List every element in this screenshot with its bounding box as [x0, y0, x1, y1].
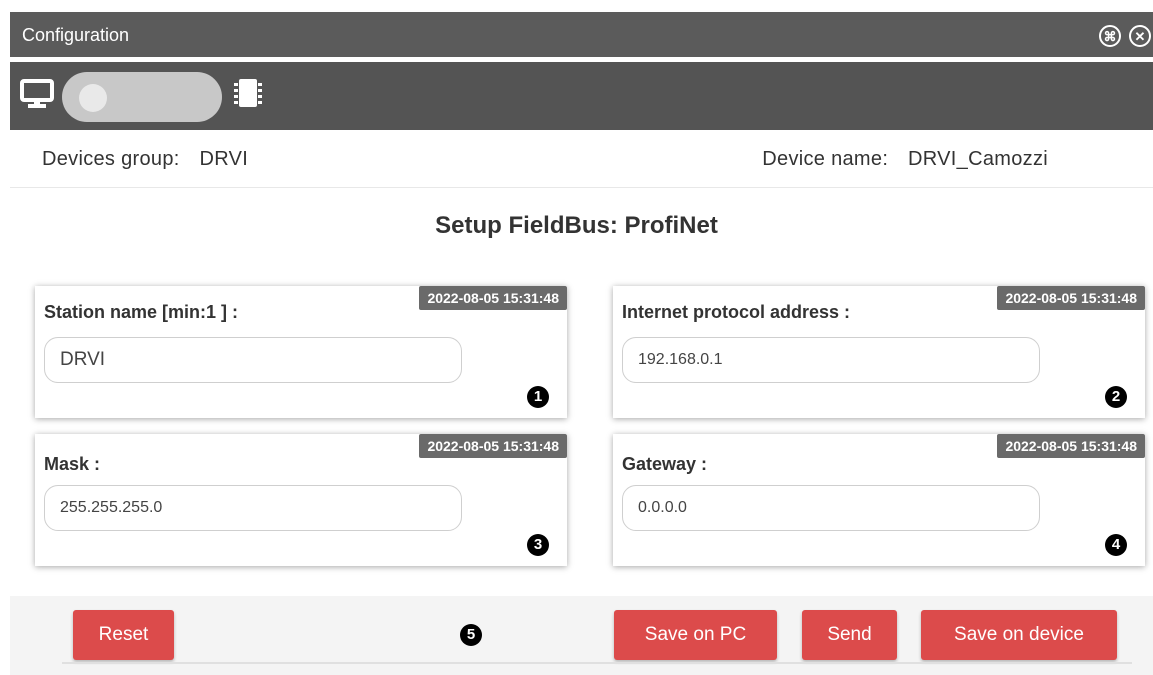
- device-info-row: Devices group: DRVI Device name: DRVI_Ca…: [10, 130, 1153, 188]
- chip-icon: [234, 79, 262, 107]
- mask-input[interactable]: 255.255.255.0: [44, 485, 462, 531]
- action-footer: Reset 5 Save on PC Send Save on device: [10, 596, 1153, 675]
- gateway-label: Gateway :: [622, 454, 708, 474]
- number-badge: 5: [460, 624, 482, 646]
- station-name-card: Station name [min:1 ] : 2022-08-05 15:31…: [35, 286, 567, 418]
- mask-card: Mask : 2022-08-05 15:31:48 255.255.255.0…: [35, 434, 567, 566]
- section-title: Setup FieldBus: ProfiNet: [435, 212, 718, 239]
- devices-group: Devices group: DRVI: [42, 148, 248, 171]
- timestamp-badge: 2022-08-05 15:31:48: [997, 286, 1145, 310]
- number-badge: 3: [527, 534, 549, 556]
- toolbar: [10, 62, 1153, 130]
- window-titlebar: Configuration ⌘ ✕: [10, 12, 1153, 60]
- ip-address-label: Internet protocol address :: [622, 302, 851, 322]
- ip-address-input[interactable]: 192.168.0.1: [622, 337, 1040, 383]
- gateway-input[interactable]: 0.0.0.0: [622, 485, 1040, 531]
- station-name-input[interactable]: DRVI: [44, 337, 462, 383]
- device-name-label: Device name:: [762, 148, 889, 170]
- timestamp-badge: 2022-08-05 15:31:48: [997, 434, 1145, 458]
- pc-device-toggle[interactable]: [62, 72, 222, 122]
- device-name-value: DRVI_Camozzi: [908, 148, 1048, 170]
- divider: [62, 662, 1132, 664]
- mask-label: Mask :: [44, 454, 101, 474]
- number-badge: 2: [1105, 386, 1127, 408]
- ip-address-card: Internet protocol address : 2022-08-05 1…: [613, 286, 1145, 418]
- number-badge: 4: [1105, 534, 1127, 556]
- timestamp-badge: 2022-08-05 15:31:48: [419, 286, 567, 310]
- reset-button[interactable]: Reset: [73, 610, 174, 660]
- save-on-device-button[interactable]: Save on device: [921, 610, 1117, 660]
- devices-group-label: Devices group:: [42, 148, 180, 170]
- send-button[interactable]: Send: [802, 610, 897, 660]
- gateway-card: Gateway : 2022-08-05 15:31:48 0.0.0.0 4: [613, 434, 1145, 566]
- close-icon[interactable]: ✕: [1129, 25, 1151, 47]
- timestamp-badge: 2022-08-05 15:31:48: [419, 434, 567, 458]
- expand-icon[interactable]: ⌘: [1099, 25, 1121, 47]
- toggle-knob[interactable]: [79, 84, 107, 112]
- devices-group-value: DRVI: [199, 148, 249, 170]
- number-badge: 1: [527, 386, 549, 408]
- monitor-icon: [20, 79, 54, 108]
- save-on-pc-button[interactable]: Save on PC: [614, 610, 777, 660]
- device-name: Device name: DRVI_Camozzi: [762, 148, 1048, 171]
- station-name-label: Station name [min:1 ] :: [44, 302, 239, 322]
- window-title: Configuration: [22, 25, 130, 45]
